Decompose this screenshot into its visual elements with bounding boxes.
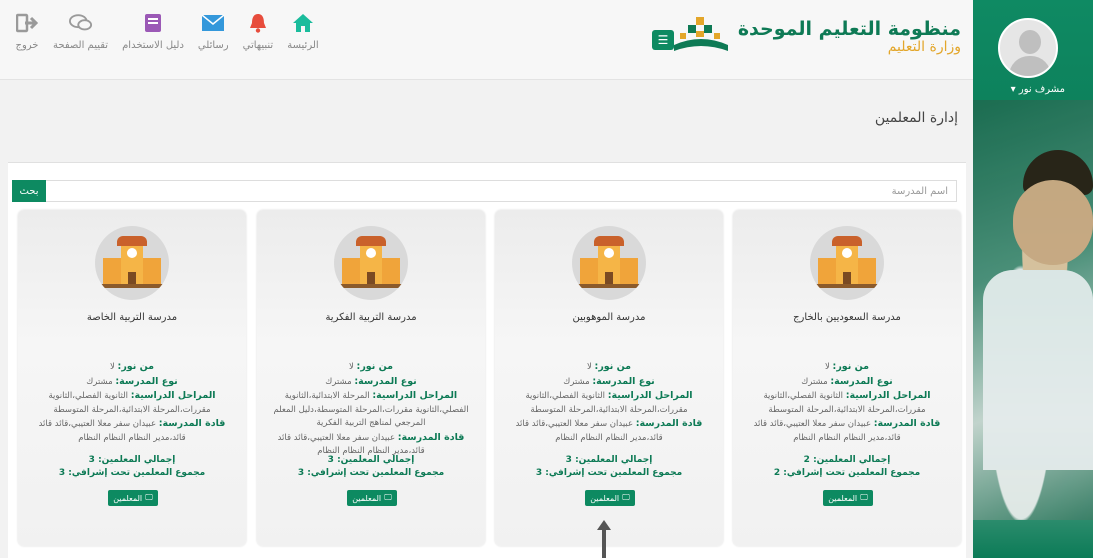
logout-icon xyxy=(15,12,39,34)
logo-subtitle: وزارة التعليم xyxy=(887,38,961,55)
teachers-button[interactable]: 🖵 المعلمين xyxy=(585,490,635,506)
top-nav: خروج تقييم الصفحة دليل الاستخدام رسائلي … xyxy=(15,12,319,51)
teachers-button[interactable]: 🖵 المعلمين xyxy=(108,490,158,506)
pointer-arrow-icon xyxy=(597,520,611,558)
mail-icon xyxy=(201,12,225,34)
nav-notifications[interactable]: تنبيهاتي xyxy=(243,12,273,51)
teacher-totals: إجمالي المعلمين: 2 مجموع المعلمين تحت إش… xyxy=(773,455,921,478)
nav-rate-page[interactable]: تقييم الصفحة xyxy=(53,12,108,51)
school-name: مدرسة التربية الخاصة xyxy=(86,312,178,323)
monitor-icon: 🖵 xyxy=(145,493,153,502)
school-info: من نور: لا نوع المدرسة: مشترك المراحل ال… xyxy=(273,361,469,457)
search-bar: بحث xyxy=(12,180,957,202)
school-building-icon xyxy=(95,226,169,300)
nav-logout[interactable]: خروج xyxy=(15,12,39,51)
school-building-icon xyxy=(334,226,408,300)
logo-title: منظومة التعليم الموحدة xyxy=(737,17,961,40)
ministry-logo-icon xyxy=(672,15,730,59)
sidebar-photo xyxy=(973,100,1093,520)
school-name-search-input[interactable] xyxy=(46,181,956,201)
teachers-button[interactable]: 🖵 المعلمين xyxy=(347,490,397,506)
school-name: مدرسة التربية الفكرية xyxy=(325,312,417,323)
nav-user-guide[interactable]: دليل الاستخدام xyxy=(122,12,184,51)
school-info: من نور: لا نوع المدرسة: مشترك المراحل ال… xyxy=(38,361,226,444)
search-button[interactable]: بحث xyxy=(12,180,46,202)
school-card: مدرسة السعوديين بالخارج من نور: لا نوع ا… xyxy=(733,210,961,546)
home-icon xyxy=(291,12,315,34)
school-card: مدرسة التربية الخاصة من نور: لا نوع المد… xyxy=(18,210,246,546)
school-info: من نور: لا نوع المدرسة: مشترك المراحل ال… xyxy=(515,361,703,444)
menu-toggle-button[interactable]: ☰ xyxy=(652,30,674,50)
header: منظومة التعليم الموحدة وزارة التعليم ☰ خ… xyxy=(0,0,973,80)
monitor-icon: 🖵 xyxy=(384,493,392,502)
school-card: مدرسة الموهوبين من نور: لا نوع المدرسة: … xyxy=(495,210,723,546)
hamburger-icon: ☰ xyxy=(657,33,669,47)
page-title: إدارة المعلمين xyxy=(874,110,958,126)
nav-home[interactable]: الرئيسة xyxy=(287,12,319,51)
avatar[interactable] xyxy=(998,18,1058,78)
teacher-totals: إجمالي المعلمين: 3 مجموع المعلمين تحت إش… xyxy=(58,455,206,478)
school-building-icon xyxy=(572,226,646,300)
bell-icon xyxy=(246,12,270,34)
school-name: مدرسة السعوديين بالخارج xyxy=(793,312,901,323)
teachers-button[interactable]: 🖵 المعلمين xyxy=(823,490,873,506)
user-menu[interactable]: مشرف نور ▾ xyxy=(1011,84,1065,95)
school-name: مدرسة الموهوبين xyxy=(572,312,646,323)
school-card: مدرسة التربية الفكرية من نور: لا نوع الم… xyxy=(257,210,485,546)
school-building-icon xyxy=(810,226,884,300)
teacher-totals: إجمالي المعلمين: 3 مجموع المعلمين تحت إش… xyxy=(535,455,683,478)
school-info: من نور: لا نوع المدرسة: مشترك المراحل ال… xyxy=(753,361,941,444)
sidebar: مشرف نور ▾ xyxy=(973,0,1093,558)
logo[interactable]: منظومة التعليم الموحدة وزارة التعليم xyxy=(672,12,961,62)
nav-messages[interactable]: رسائلي xyxy=(198,12,229,51)
teacher-totals: إجمالي المعلمين: 3 مجموع المعلمين تحت إش… xyxy=(297,455,445,478)
book-icon xyxy=(141,12,165,34)
monitor-icon: 🖵 xyxy=(622,493,630,502)
monitor-icon: 🖵 xyxy=(860,493,868,502)
chat-icon xyxy=(68,12,93,34)
